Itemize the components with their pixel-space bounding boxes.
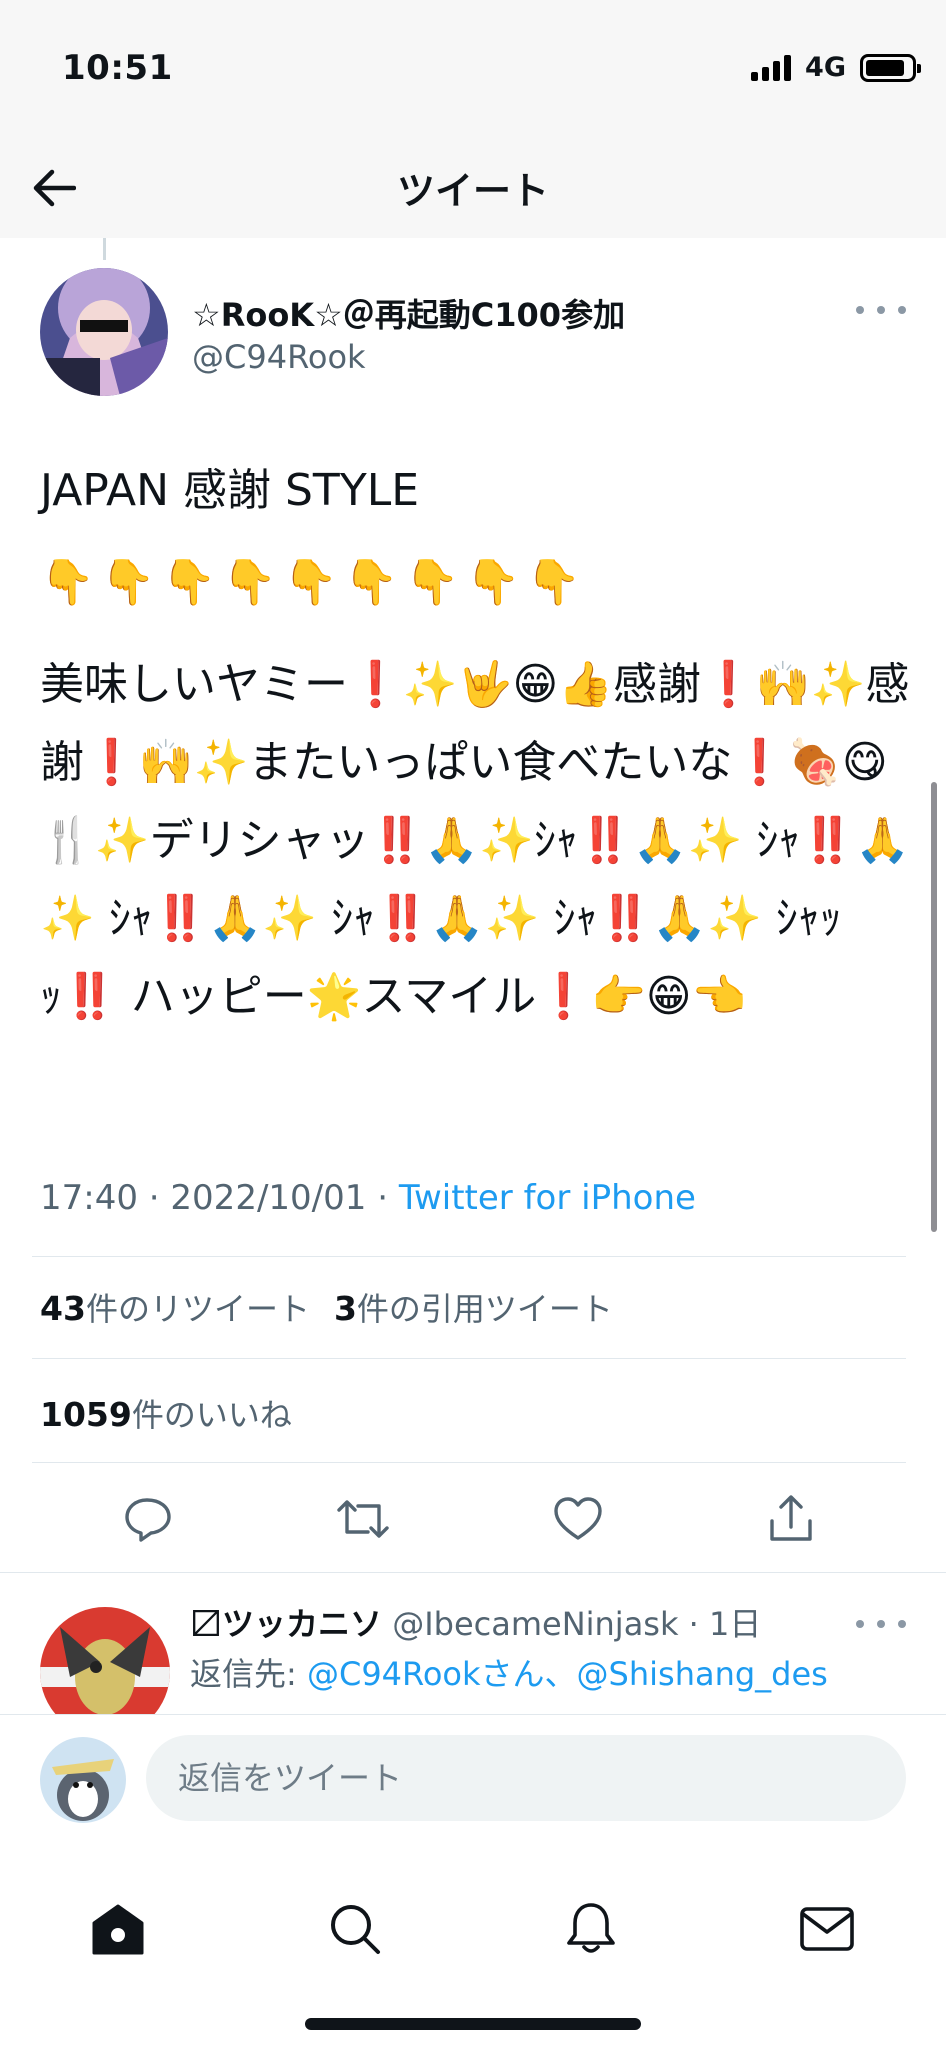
scrollbar[interactable] — [931, 782, 937, 1232]
tab-messages[interactable] — [792, 1894, 862, 1964]
reply-to-line: 返信先: @C94Rookさん、@Shishang_des — [190, 1649, 828, 1699]
page-title: ツイート — [396, 169, 549, 213]
tweet-meta: 17:40 · 2022/10/01 · Twitter for iPhone — [40, 1178, 696, 1218]
more-dots-icon — [856, 306, 864, 314]
more-options-button[interactable] — [856, 290, 906, 330]
tab-home[interactable] — [83, 1894, 153, 1964]
status-time: 10:51 — [62, 48, 173, 88]
meta-separator: · — [148, 1178, 171, 1218]
reply-author-row: 〼ツッカニソ @IbecameNinjask · 1日 — [190, 1599, 761, 1645]
retweet-count: 43 — [40, 1289, 86, 1328]
home-indicator — [305, 2018, 641, 2030]
more-dots-icon — [856, 1620, 864, 1628]
reply-more-button[interactable] — [856, 1609, 906, 1639]
reply-age: 1日 — [709, 1605, 762, 1643]
mention-suffix: さん、 — [480, 1655, 577, 1693]
nav-header: ツイート — [0, 140, 946, 238]
search-icon — [331, 1905, 380, 1954]
author-avatar[interactable] — [40, 268, 168, 396]
reply-to-prefix: 返信先: — [190, 1655, 297, 1693]
status-indicators: 4G — [751, 52, 921, 83]
bell-icon — [567, 1903, 615, 1953]
mention-link[interactable]: @Shishang_des — [577, 1655, 828, 1693]
retweet-button[interactable] — [330, 1486, 396, 1552]
more-dot — [877, 306, 885, 314]
engagement-stats: 43件のリツイート 3件の引用ツイート — [40, 1284, 613, 1330]
my-avatar[interactable] — [40, 1737, 126, 1823]
home-icon — [92, 1904, 144, 1955]
quotes-stat[interactable]: 3件の引用ツイート — [334, 1284, 613, 1330]
share-icon — [770, 1495, 812, 1541]
more-dot — [877, 1620, 885, 1628]
like-label: 件のいいね — [131, 1396, 292, 1434]
tweet-emoji-row: 👇👇👇👇👇👇👇👇👇 — [40, 557, 588, 608]
like-button[interactable] — [545, 1486, 611, 1552]
reply-display-name[interactable]: 〼ツッカニソ — [190, 1605, 382, 1643]
tweet-source-link[interactable]: Twitter for iPhone — [399, 1178, 696, 1218]
reply-separator: · — [678, 1605, 710, 1643]
reply-tweet[interactable]: 〼ツッカニソ @IbecameNinjask · 1日 返信先: @C94Roo… — [0, 1572, 946, 1714]
my-avatar-image — [40, 1737, 126, 1823]
tab-notifications[interactable] — [556, 1894, 626, 1964]
tweet-actions — [0, 1474, 946, 1564]
network-type: 4G — [805, 52, 846, 83]
more-dot — [898, 1620, 906, 1628]
tweet-body: 美味しいヤミー❗✨🤟😁👍感謝❗🙌✨感謝❗🙌✨またいっぱい食べたいな❗🍖😋🍴✨デリ… — [40, 659, 910, 1022]
signal-icon — [751, 54, 792, 81]
heart-icon — [554, 1497, 602, 1540]
quote-count: 3 — [333, 1289, 357, 1328]
avatar-image — [40, 268, 168, 396]
tab-search[interactable] — [320, 1894, 390, 1964]
retweet-icon — [337, 1500, 389, 1538]
mention-link[interactable]: @C94Rook — [307, 1655, 481, 1693]
likes-stat[interactable]: 1059件のいいね — [40, 1390, 292, 1436]
divider — [32, 1462, 906, 1463]
status-bar: 10:51 4G — [0, 0, 946, 140]
likes-stats: 1059件のいいね — [40, 1390, 292, 1436]
tweet-time: 17:40 — [40, 1178, 138, 1218]
compose-bar — [0, 1714, 946, 1844]
screen: 10:51 4G ツイート ☆RooK☆＠再起動C100参加 @C94Rook … — [0, 0, 946, 2048]
thread-connector — [103, 238, 106, 260]
reply-avatar-image — [40, 1607, 170, 1714]
battery-icon — [860, 53, 921, 82]
reply-button[interactable] — [115, 1486, 181, 1552]
reply-input[interactable] — [146, 1735, 906, 1821]
reply-handle[interactable]: @IbecameNinjask — [392, 1605, 678, 1643]
quote-label: 件の引用ツイート — [356, 1290, 613, 1328]
envelope-icon — [800, 1907, 854, 1951]
tab-bar — [0, 1844, 946, 2048]
speech-bubble-icon — [125, 1498, 171, 1542]
retweets-stat[interactable]: 43件のリツイート — [40, 1284, 310, 1330]
author-handle[interactable]: @C94Rook — [192, 338, 366, 376]
divider — [32, 1256, 906, 1257]
tweet-text-line1: JAPAN 感謝 STYLE — [40, 465, 420, 516]
author-display-name[interactable]: ☆RooK☆＠再起動C100参加 — [192, 290, 625, 336]
divider — [32, 1358, 906, 1359]
like-count: 1059 — [40, 1395, 132, 1434]
share-button[interactable] — [758, 1486, 824, 1552]
retweet-label: 件のリツイート — [85, 1290, 310, 1328]
tweet-date: 2022/10/01 — [170, 1178, 367, 1218]
more-dot — [898, 306, 906, 314]
reply-author-avatar[interactable] — [40, 1607, 170, 1714]
meta-separator: · — [377, 1178, 399, 1218]
